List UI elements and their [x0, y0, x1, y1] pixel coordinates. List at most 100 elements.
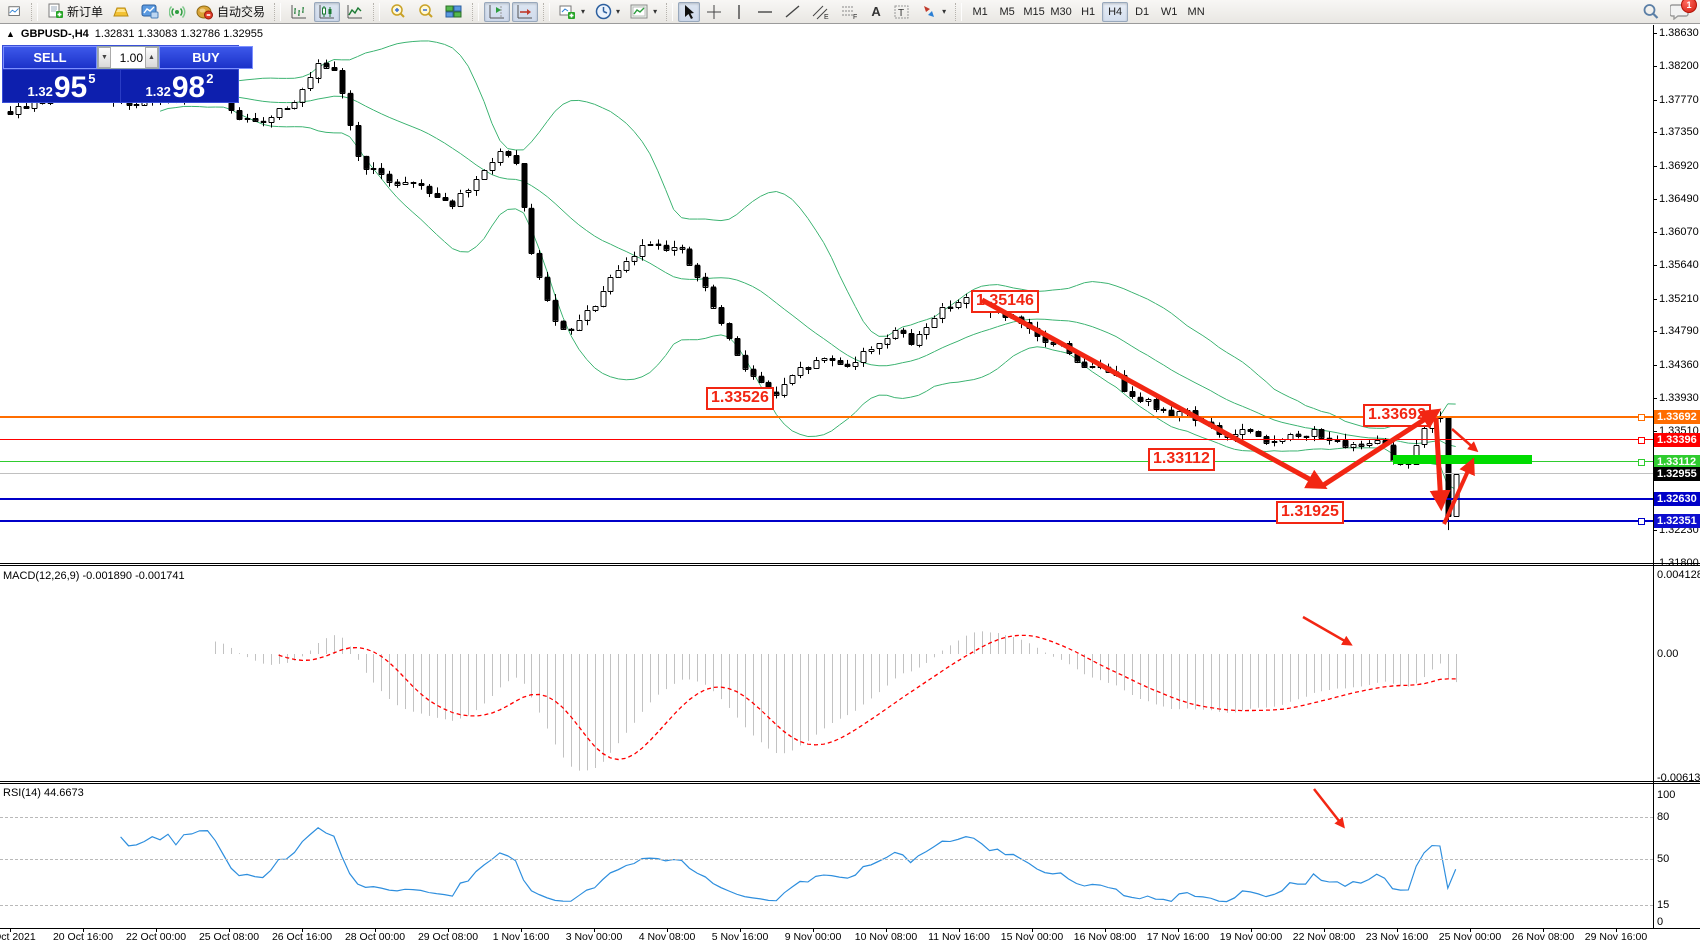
price-annotation-1.35146[interactable]: 1.35146	[971, 290, 1039, 313]
main-toolbar: 新订单 自动交易	[0, 0, 1700, 24]
clipped-chart-icon[interactable]	[4, 2, 26, 22]
rsi-label: RSI(14) 44.6673	[3, 787, 84, 799]
price-level-line-1.32630[interactable]	[0, 498, 1653, 500]
collapse-icon[interactable]: ▲	[6, 29, 15, 39]
channel-icon: E	[811, 4, 830, 20]
time-axis-label: 22 Nov 08:00	[1293, 931, 1355, 943]
text-button[interactable]: A	[865, 2, 887, 22]
price-axis-tag-1.32630: 1.32630	[1654, 492, 1700, 506]
sell-price[interactable]: 1.32 95 5	[3, 70, 121, 103]
rsi-pane-canvas[interactable]	[0, 784, 1653, 928]
price-level-line-1.32351[interactable]	[0, 520, 1653, 522]
time-axis-label: 26 Oct 16:00	[272, 931, 332, 943]
timeframe-button-mn[interactable]: MN	[1183, 2, 1209, 22]
channel-tag: E	[824, 14, 829, 20]
price-tick-label: 1.38200	[1659, 60, 1699, 72]
volume-increase-button[interactable]: ▲	[145, 47, 158, 68]
timeframe-button-m15[interactable]: M15	[1021, 2, 1047, 22]
buy-price-pip: 2	[206, 71, 213, 86]
toolbar-separator	[472, 3, 479, 21]
toolbar-right-group: 1	[1642, 3, 1696, 21]
price-tick	[1653, 431, 1657, 432]
price-chart-canvas[interactable]	[0, 25, 1653, 563]
label-button[interactable]: T	[889, 2, 915, 22]
price-tick	[1653, 530, 1657, 531]
zoom-out-button[interactable]	[413, 2, 439, 22]
search-icon[interactable]	[1642, 3, 1660, 21]
charts-window-button[interactable]	[137, 2, 163, 22]
sell-button[interactable]: SELL	[3, 46, 97, 69]
price-tick-label: 1.34360	[1659, 359, 1699, 371]
zoom-in-button[interactable]	[385, 2, 411, 22]
timeframe-button-d1[interactable]: D1	[1129, 2, 1155, 22]
timeframe-button-h1[interactable]: H1	[1075, 2, 1101, 22]
line-anchor-handle[interactable]	[1638, 437, 1645, 444]
price-level-line-1.33396[interactable]	[0, 439, 1653, 440]
timeframe-button-m30[interactable]: M30	[1048, 2, 1074, 22]
price-level-line-1.32955[interactable]	[0, 473, 1653, 474]
bar-chart-button[interactable]	[286, 2, 312, 22]
crosshair-icon	[706, 4, 722, 20]
macd-pane-canvas[interactable]	[0, 566, 1653, 781]
notification-badge: 1	[1681, 0, 1697, 13]
buy-price[interactable]: 1.32 98 2	[121, 70, 238, 103]
autotrading-button[interactable]: 自动交易	[192, 2, 269, 22]
new-order-label: 新订单	[67, 3, 103, 20]
line-anchor-handle[interactable]	[1638, 459, 1645, 466]
toolbar-separator	[274, 3, 281, 21]
time-axis-label: 29 Nov 16:00	[1585, 931, 1647, 943]
volume-decrease-button[interactable]: ▼	[98, 47, 111, 68]
toolbar-separator	[373, 3, 380, 21]
channel-button[interactable]: E	[807, 2, 834, 22]
time-axis-label: 20 Oct 16:00	[53, 931, 113, 943]
periods-menu-button[interactable]: ▾	[591, 2, 624, 22]
price-tick	[1653, 331, 1657, 332]
price-annotation-1.33112[interactable]: 1.33112	[1148, 448, 1215, 471]
tile-windows-button[interactable]	[441, 2, 467, 22]
trendline-button[interactable]	[780, 2, 805, 22]
price-annotation-1.31925[interactable]: 1.31925	[1276, 501, 1344, 524]
price-tick	[1653, 265, 1657, 266]
time-axis-label: 25 Nov 00:00	[1439, 931, 1501, 943]
monitor-chart-icon	[141, 4, 159, 19]
chart-shift-button[interactable]	[484, 2, 510, 22]
new-order-button[interactable]: 新订单	[43, 2, 107, 22]
pane-separator[interactable]	[0, 563, 1700, 566]
line-chart-button[interactable]	[342, 2, 368, 22]
volume-input[interactable]	[111, 47, 145, 68]
support-zone-bar[interactable]	[1393, 455, 1532, 464]
macd-axis-label: -0.006132	[1657, 772, 1700, 784]
indicators-menu-button[interactable]: ▾	[626, 2, 661, 22]
fibonacci-button[interactable]: F	[836, 2, 863, 22]
notifications-button[interactable]: 1	[1670, 3, 1690, 20]
cursor-button[interactable]	[678, 2, 700, 22]
buy-button[interactable]: BUY	[159, 46, 253, 69]
price-tick-label: 1.36490	[1659, 193, 1699, 205]
price-annotation-1.33526[interactable]: 1.33526	[706, 387, 774, 410]
macd-axis-label: 0.004128	[1657, 569, 1700, 581]
time-axis-label: 25 Oct 08:00	[199, 931, 259, 943]
time-axis-label: 26 Nov 08:00	[1512, 931, 1574, 943]
auto-scroll-button[interactable]	[512, 2, 538, 22]
price-tick-label: 1.37770	[1659, 94, 1699, 106]
horizontal-line-button[interactable]	[752, 2, 778, 22]
line-anchor-handle[interactable]	[1638, 518, 1645, 525]
quotes-button[interactable]	[109, 2, 135, 22]
new-order-icon	[47, 3, 64, 20]
pane-separator[interactable]	[0, 781, 1700, 784]
rsi-axis-label: 80	[1657, 811, 1669, 823]
timeframe-button-h4[interactable]: H4	[1102, 2, 1128, 22]
timeframe-button-m1[interactable]: M1	[967, 2, 993, 22]
timeframe-button-m5[interactable]: M5	[994, 2, 1020, 22]
price-annotation-1.33692[interactable]: 1.33692	[1363, 404, 1431, 427]
candlestick-chart-button[interactable]	[314, 2, 340, 22]
vertical-line-button[interactable]	[728, 2, 750, 22]
signals-button[interactable]	[165, 2, 190, 22]
candlestick-chart-icon	[318, 4, 336, 20]
arrows-menu-button[interactable]: ▾	[917, 2, 950, 22]
timeframe-button-w1[interactable]: W1	[1156, 2, 1182, 22]
new-chart-button[interactable]: ▾	[555, 2, 589, 22]
line-anchor-handle[interactable]	[1638, 414, 1645, 421]
crosshair-button[interactable]	[702, 2, 726, 22]
buy-price-base: 1.32	[146, 84, 171, 99]
